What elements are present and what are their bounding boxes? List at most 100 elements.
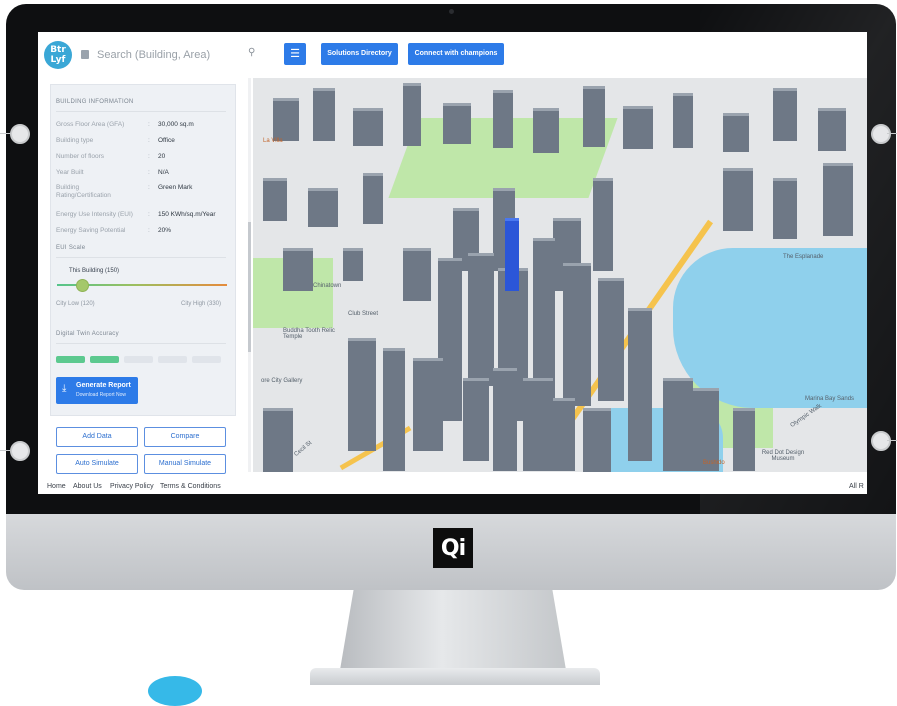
building-block[interactable]: [773, 88, 797, 141]
callout-line: [0, 133, 10, 134]
callout-line: [887, 133, 897, 134]
building-block[interactable]: [308, 188, 338, 227]
building-block[interactable]: [343, 248, 363, 281]
info-value: Office: [158, 137, 175, 144]
building-block[interactable]: [263, 408, 293, 472]
building-block[interactable]: [563, 263, 591, 406]
info-value: Green Mark: [158, 184, 193, 191]
this-building-label: This Building (150): [69, 268, 120, 274]
building-block[interactable]: [413, 358, 443, 451]
app-screen: Btr Lyf Search (Building, Area) ⚲ ☰ Solu…: [38, 32, 867, 494]
footer-about-link[interactable]: About Us: [73, 483, 102, 490]
city-low-label: City Low (120): [56, 301, 95, 307]
connect-champions-button[interactable]: Connect with champions: [408, 43, 504, 65]
map-label-cecil: Cecil St: [293, 440, 314, 458]
solutions-directory-button[interactable]: Solutions Directory: [321, 43, 398, 65]
building-icon: [81, 50, 89, 59]
city-high-label: City High (330): [181, 301, 222, 307]
building-block[interactable]: [263, 178, 287, 221]
marina-bay-water: [673, 248, 867, 408]
map-label-la-villa: La Villa: [263, 138, 283, 144]
info-row-year: Year Built : N/A: [56, 169, 232, 183]
building-block[interactable]: [493, 368, 517, 471]
building-block[interactable]: [818, 108, 846, 151]
building-block[interactable]: [553, 398, 575, 471]
building-block[interactable]: [283, 248, 313, 291]
building-block[interactable]: [723, 113, 749, 152]
eui-slider-thumb[interactable]: [75, 279, 89, 292]
auto-simulate-button[interactable]: Auto Simulate: [56, 454, 138, 474]
accuracy-segment: [124, 356, 153, 363]
building-block[interactable]: [353, 108, 383, 146]
accuracy-segment: [192, 356, 221, 363]
building-block[interactable]: [273, 98, 299, 141]
info-row-floors: Number of floors : 20: [56, 153, 232, 167]
generate-report-button[interactable]: ⤓ Generate Report Download Report Now: [56, 377, 138, 404]
building-info-title: BUILDING INFORMATION: [56, 99, 134, 105]
building-block[interactable]: [463, 378, 489, 461]
building-block[interactable]: [583, 408, 611, 472]
info-label: Energy Use Intensity (EUI): [56, 211, 133, 218]
building-block[interactable]: [403, 83, 421, 146]
building-panel: BUILDING INFORMATION Gross Floor Area (G…: [50, 84, 236, 416]
info-separator: :: [148, 227, 150, 234]
webcam: [449, 9, 454, 14]
building-block[interactable]: [623, 106, 653, 149]
monitor-base: [310, 668, 600, 685]
accuracy-segment: [158, 356, 187, 363]
building-block[interactable]: [493, 90, 513, 148]
building-block[interactable]: [383, 348, 405, 471]
building-block[interactable]: [773, 178, 797, 239]
generate-report-label: Generate Report: [76, 382, 131, 389]
map-label-mbs: Marina Bay Sands: [805, 396, 855, 402]
info-label: Gross Floor Area (GFA): [56, 121, 125, 128]
building-block[interactable]: [443, 103, 471, 144]
building-block[interactable]: [533, 108, 559, 153]
building-block[interactable]: [723, 168, 753, 231]
building-block[interactable]: [733, 408, 755, 471]
callout-dot: [871, 124, 891, 144]
map-label-club-street: Club Street: [348, 311, 379, 317]
info-value: 30,000 sq.m: [158, 121, 194, 128]
map-label-bushido: Bushido: [703, 460, 725, 466]
building-block[interactable]: [468, 253, 494, 386]
building-block[interactable]: [348, 338, 376, 451]
generate-report-sublabel: Download Report Now: [76, 392, 127, 398]
building-block[interactable]: [693, 388, 719, 471]
info-separator: :: [148, 121, 150, 128]
btrlyf-logo[interactable]: Btr Lyf: [44, 41, 72, 69]
footer-home-link[interactable]: Home: [47, 483, 66, 490]
building-block[interactable]: [583, 86, 605, 147]
info-value: 20%: [158, 227, 172, 234]
search-input[interactable]: Search (Building, Area): [97, 46, 257, 64]
selected-building[interactable]: [505, 218, 519, 291]
footer-rights: All R: [849, 483, 864, 490]
map-label-chinatown: Chinatown: [313, 283, 342, 289]
city-3d-map[interactable]: Chinatown Club Street Buddha Tooth Relic…: [253, 78, 867, 472]
building-block[interactable]: [403, 248, 431, 301]
add-data-button[interactable]: Add Data: [56, 427, 138, 447]
building-block[interactable]: [673, 93, 693, 148]
building-block[interactable]: [363, 173, 383, 224]
scrollbar-thumb[interactable]: [248, 222, 251, 352]
building-block[interactable]: [313, 88, 335, 141]
footer-terms-link[interactable]: Terms & Conditions: [160, 483, 221, 490]
manual-simulate-button[interactable]: Manual Simulate: [144, 454, 226, 474]
callout-line: [0, 450, 10, 451]
building-block[interactable]: [598, 278, 624, 401]
info-label: Building type: [56, 137, 94, 144]
building-block[interactable]: [593, 178, 613, 271]
search-icon[interactable]: ⚲: [248, 47, 255, 58]
building-block[interactable]: [523, 378, 553, 471]
compare-button[interactable]: Compare: [144, 427, 226, 447]
building-block[interactable]: [663, 378, 693, 471]
info-label: Building Rating/Certification: [56, 184, 111, 199]
info-row-eui: Energy Use Intensity (EUI) : 150 KWh/sq.…: [56, 211, 232, 225]
building-block[interactable]: [823, 163, 853, 236]
info-value: N/A: [158, 169, 169, 176]
filter-button[interactable]: ☰: [284, 43, 306, 65]
eui-scale-title: EUI Scale: [56, 245, 86, 251]
building-block[interactable]: [628, 308, 652, 461]
footer-privacy-link[interactable]: Privacy Policy: [110, 483, 154, 490]
info-value: 150 KWh/sq.m/Year: [158, 211, 216, 218]
